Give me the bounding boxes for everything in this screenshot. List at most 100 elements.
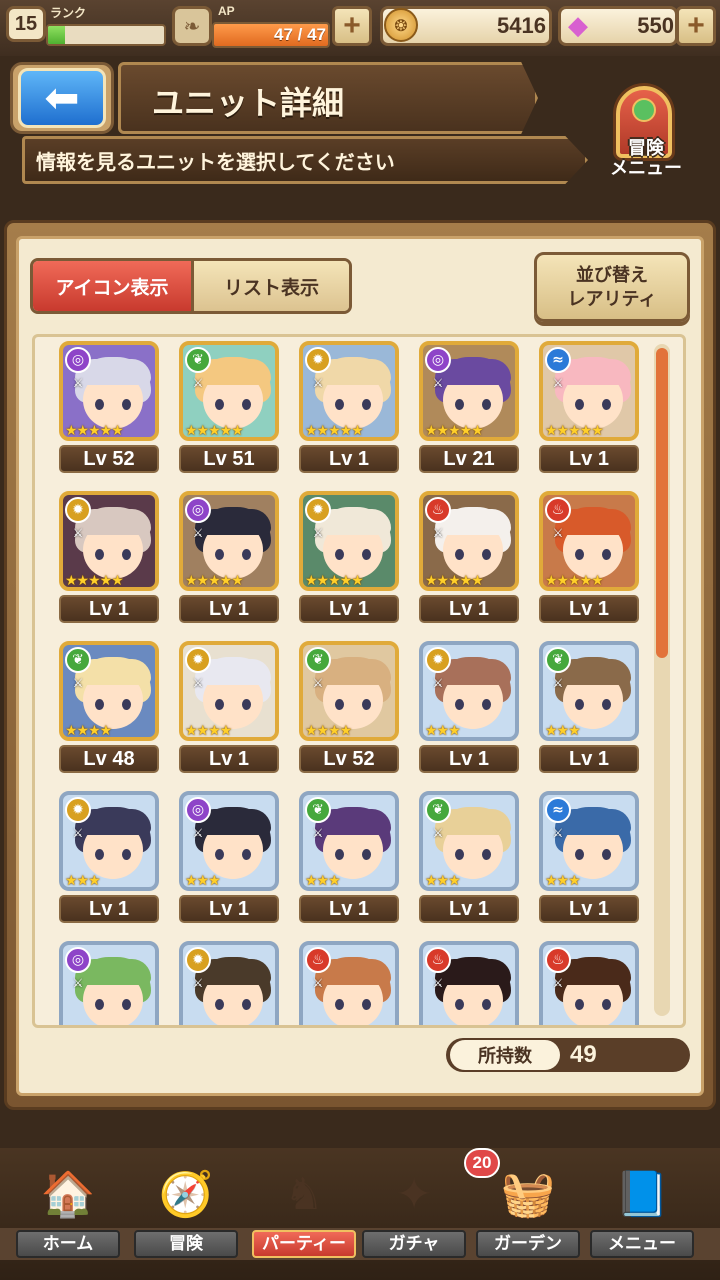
unit-card[interactable]: ♨ ⚔	[299, 941, 399, 1025]
rarity-stars: ★★★★★	[545, 573, 604, 589]
weapon-type-icon: ⚔	[552, 676, 564, 690]
dark-element-icon: ◎	[425, 347, 451, 373]
unit-portrait: ❦ ⚔ ★★★	[539, 641, 639, 741]
unit-level: Lv 21	[419, 445, 519, 473]
weapon-type-icon: ⚔	[312, 676, 324, 690]
rarity-stars: ★★★★★	[305, 423, 364, 439]
nav-label: ガーデン	[476, 1230, 580, 1258]
unit-level: Lv 1	[299, 445, 399, 473]
unit-level: Lv 1	[539, 745, 639, 773]
garden-icon: 🧺	[500, 1169, 556, 1220]
light-element-icon: ✹	[305, 497, 331, 523]
page-title: ユニット詳細	[152, 85, 345, 121]
rarity-stars: ★★★	[305, 873, 341, 889]
back-button[interactable]: ⬅	[18, 68, 106, 128]
weapon-type-icon: ⚔	[432, 976, 444, 990]
rarity-stars: ★★★	[425, 873, 461, 889]
unit-card[interactable]: ❦ ⚔ ★★★★ Lv 52	[299, 641, 399, 773]
unit-card[interactable]: ❦ ⚔ ★★★★ Lv 48	[59, 641, 159, 773]
unit-card[interactable]: ✹ ⚔ ★★★★★ Lv 1	[299, 341, 399, 473]
rarity-stars: ★★★★★	[425, 423, 484, 439]
unit-card[interactable]: ◎ ⚔ ★★★★★ Lv 52	[59, 341, 159, 473]
ap-value: 47 / 47	[274, 25, 326, 44]
weapon-type-icon: ⚔	[192, 526, 204, 540]
unit-portrait: ❦ ⚔ ★★★★	[59, 641, 159, 741]
unit-portrait: ♨ ⚔	[419, 941, 519, 1025]
add-ap-button[interactable]: +	[332, 6, 372, 46]
nav-label: ガチャ	[362, 1230, 466, 1258]
nav-label: メニュー	[590, 1230, 694, 1258]
rarity-stars: ★★★★	[65, 723, 112, 739]
unit-level: Lv 1	[539, 445, 639, 473]
nav-label: パーティー	[252, 1230, 356, 1258]
fire-element-icon: ♨	[545, 947, 571, 973]
unit-card[interactable]: ✹ ⚔ ★★★ Lv 1	[419, 641, 519, 773]
unit-level: Lv 1	[419, 895, 519, 923]
light-element-icon: ✹	[65, 497, 91, 523]
unit-card[interactable]: ≈ ⚔ ★★★★★ Lv 1	[539, 341, 639, 473]
rank-label: ランク	[50, 6, 87, 20]
unit-card[interactable]: ◎ ⚔ ★★★ Lv 1	[179, 791, 279, 923]
light-element-icon: ✹	[305, 347, 331, 373]
rarity-stars: ★★★★★	[185, 573, 244, 589]
nav-label: 冒険	[134, 1230, 238, 1258]
unit-card[interactable]: ✹ ⚔ ★★★★★ Lv 1	[299, 491, 399, 623]
tab-icon-view[interactable]: アイコン表示	[33, 261, 191, 311]
nav-item[interactable]: ♞ パーティー	[250, 1156, 358, 1264]
unit-level: Lv 1	[59, 895, 159, 923]
unit-portrait: ♨ ⚔	[539, 941, 639, 1025]
weapon-type-icon: ⚔	[192, 376, 204, 390]
nav-item[interactable]: ✦ ガチャ	[360, 1156, 468, 1264]
sort-button[interactable]: 並び替え レアリティ	[534, 252, 690, 322]
unit-portrait: ✹ ⚔	[179, 941, 279, 1025]
sort-label: 並び替え	[576, 265, 648, 285]
nav-item[interactable]: 🏠 ホーム	[14, 1156, 122, 1264]
rarity-stars: ★★★★★	[65, 573, 124, 589]
tab-list-view[interactable]: リスト表示	[191, 261, 349, 311]
unit-card[interactable]: ♨ ⚔	[539, 941, 639, 1025]
unit-portrait: ◎ ⚔ ★★★	[179, 791, 279, 891]
rarity-stars: ★★★★★	[545, 423, 604, 439]
unit-card[interactable]: ✹ ⚔ ★★★★★ Lv 1	[59, 491, 159, 623]
unit-card[interactable]: ❦ ⚔ ★★★★★ Lv 51	[179, 341, 279, 473]
unit-card[interactable]: ♨ ⚔ ★★★★★ Lv 1	[419, 491, 519, 623]
unit-portrait: ◎ ⚔ ★★★★★	[419, 341, 519, 441]
unit-card[interactable]: ✹ ⚔ ★★★★ Lv 1	[179, 641, 279, 773]
garden-notification-badge: 20	[464, 1148, 500, 1178]
unit-card[interactable]: ◎ ⚔ ★★★★★ Lv 21	[419, 341, 519, 473]
unit-card[interactable]: ◎ ⚔	[59, 941, 159, 1025]
unit-card[interactable]: ✹ ⚔	[179, 941, 279, 1025]
wind-element-icon: ❦	[545, 647, 571, 673]
coin-value: 5416	[497, 13, 546, 38]
unit-card[interactable]: ❦ ⚔ ★★★ Lv 1	[419, 791, 519, 923]
unit-portrait: ❦ ⚔ ★★★★★	[179, 341, 279, 441]
nav-item[interactable]: 🧭 冒険	[132, 1156, 240, 1264]
ap-bar: 47 / 47	[212, 22, 330, 48]
dark-element-icon: ◎	[65, 947, 91, 973]
unit-card[interactable]: ✹ ⚔ ★★★ Lv 1	[59, 791, 159, 923]
water-element-icon: ≈	[545, 347, 571, 373]
view-mode-tabs: アイコン表示 リスト表示	[30, 258, 352, 314]
unit-card[interactable]: ♨ ⚔	[419, 941, 519, 1025]
unit-card[interactable]: ❦ ⚔ ★★★ Lv 1	[539, 641, 639, 773]
unit-level: Lv 1	[299, 595, 399, 623]
light-element-icon: ✹	[425, 647, 451, 673]
scrollbar-thumb[interactable]	[656, 348, 668, 658]
rank-number: 15	[6, 6, 46, 42]
fire-element-icon: ♨	[425, 497, 451, 523]
unit-level: Lv 1	[419, 595, 519, 623]
add-gem-button[interactable]: +	[676, 6, 716, 46]
unit-card[interactable]: ♨ ⚔ ★★★★★ Lv 1	[539, 491, 639, 623]
weapon-type-icon: ⚔	[72, 676, 84, 690]
unit-level: Lv 52	[299, 745, 399, 773]
unit-portrait: ❦ ⚔ ★★★	[419, 791, 519, 891]
rarity-stars: ★★★	[545, 723, 581, 739]
unit-portrait: ♨ ⚔ ★★★★★	[419, 491, 519, 591]
unit-card[interactable]: ◎ ⚔ ★★★★★ Lv 1	[179, 491, 279, 623]
weapon-type-icon: ⚔	[72, 526, 84, 540]
light-element-icon: ✹	[185, 947, 211, 973]
unit-card[interactable]: ❦ ⚔ ★★★ Lv 1	[299, 791, 399, 923]
nav-item[interactable]: 📘 メニュー	[588, 1156, 696, 1264]
unit-card[interactable]: ≈ ⚔ ★★★ Lv 1	[539, 791, 639, 923]
rarity-stars: ★★★★★	[185, 423, 244, 439]
